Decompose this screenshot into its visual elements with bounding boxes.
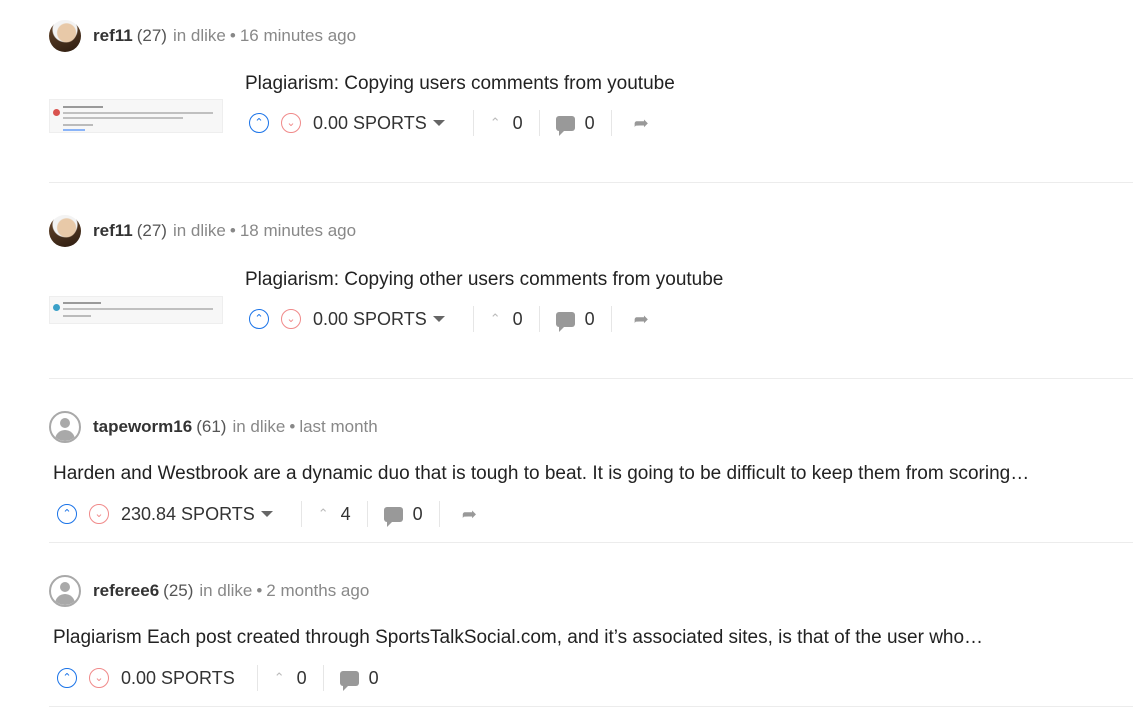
action-divider bbox=[256, 665, 258, 691]
post-author-row: referee6 (25) in dlike • 2 months ago bbox=[49, 574, 369, 608]
thumbnail-line bbox=[63, 308, 213, 310]
downvote-chevron-icon[interactable]: ⌄ bbox=[281, 113, 301, 133]
action-divider bbox=[610, 110, 612, 136]
upvote-chevron-icon[interactable]: ⌃ bbox=[57, 668, 77, 688]
author-name[interactable]: referee6 bbox=[93, 581, 159, 601]
action-divider bbox=[610, 306, 612, 332]
post-title[interactable]: Plagiarism: Copying other users comments… bbox=[245, 269, 723, 291]
post-time: last month bbox=[299, 417, 378, 436]
downvote-chevron-icon[interactable]: ⌄ bbox=[89, 504, 109, 524]
community-link[interactable]: in dlike bbox=[173, 26, 226, 46]
meta-separator: • bbox=[256, 581, 263, 600]
comment-count[interactable]: 0 bbox=[585, 113, 595, 134]
speech-bubble-icon[interactable] bbox=[383, 506, 403, 527]
meta-separator: • bbox=[229, 221, 236, 240]
thumbnail-line bbox=[63, 124, 93, 126]
post-actions: ⌃ ⌄ 230.84 SPORTS ⌃ 4 0 ➦ bbox=[57, 500, 477, 528]
default-avatar-icon[interactable] bbox=[49, 411, 81, 443]
thumbnail-avatar-dot bbox=[53, 304, 60, 311]
action-divider bbox=[472, 306, 474, 332]
downvote-chevron-icon[interactable]: ⌄ bbox=[281, 309, 301, 329]
thumbnail-line bbox=[63, 129, 85, 131]
vote-count[interactable]: 4 bbox=[341, 504, 351, 525]
post-feed: ref11 (27) in dlike • 16 minutes ago Pla… bbox=[0, 0, 1133, 718]
comment-count[interactable]: 0 bbox=[585, 309, 595, 330]
post-title[interactable]: Harden and Westbrook are a dynamic duo t… bbox=[53, 463, 1029, 485]
post-item: ref11 (27) in dlike • 16 minutes ago Pla… bbox=[49, 17, 1133, 183]
post-title[interactable]: Plagiarism: Copying users comments from … bbox=[245, 73, 675, 95]
payout-value[interactable]: 0.00 SPORTS bbox=[121, 668, 235, 689]
author-name[interactable]: ref11 bbox=[93, 221, 133, 241]
meta-separator: • bbox=[289, 417, 296, 436]
community-link[interactable]: in dlike bbox=[199, 581, 252, 601]
post-actions: ⌃ ⌄ 0.00 SPORTS ⌃ 0 0 bbox=[57, 664, 379, 692]
reblog-arrow-icon[interactable]: ➦ bbox=[462, 504, 477, 525]
upvote-chevron-icon[interactable]: ⌃ bbox=[249, 309, 269, 329]
comment-count[interactable]: 0 bbox=[369, 668, 379, 689]
community-link[interactable]: in dlike bbox=[232, 417, 285, 437]
action-divider bbox=[538, 306, 540, 332]
small-up-chevron-icon: ⌃ bbox=[317, 506, 329, 521]
post-time: 16 minutes ago bbox=[239, 26, 357, 45]
vote-count[interactable]: 0 bbox=[513, 309, 523, 330]
post-actions: ⌃ ⌄ 0.00 SPORTS ⌃ 0 0 ➦ bbox=[249, 109, 649, 137]
caret-down-icon[interactable] bbox=[432, 316, 445, 322]
thumbnail-line bbox=[63, 315, 91, 317]
action-divider bbox=[366, 501, 368, 527]
vote-count[interactable]: 0 bbox=[513, 113, 523, 134]
post-time: 18 minutes ago bbox=[239, 221, 357, 240]
thumbnail-avatar-dot bbox=[53, 109, 60, 116]
post-item: referee6 (25) in dlike • 2 months ago Pl… bbox=[49, 572, 1133, 707]
post-item: ref11 (27) in dlike • 18 minutes ago Pla… bbox=[49, 212, 1133, 379]
default-avatar-icon[interactable] bbox=[49, 575, 81, 607]
author-avatar[interactable] bbox=[49, 20, 81, 52]
post-author-row: tapeworm16 (61) in dlike • last month bbox=[49, 410, 378, 444]
payout-value[interactable]: 0.00 SPORTS bbox=[313, 113, 427, 134]
author-reputation: (27) bbox=[136, 221, 167, 240]
thumbnail-line bbox=[63, 302, 101, 304]
community-link[interactable]: in dlike bbox=[173, 221, 226, 241]
action-divider bbox=[438, 501, 440, 527]
speech-bubble-icon[interactable] bbox=[339, 670, 359, 691]
speech-bubble-icon[interactable] bbox=[555, 115, 575, 136]
vote-count[interactable]: 0 bbox=[297, 668, 307, 689]
author-name[interactable]: ref11 bbox=[93, 26, 133, 46]
payout-value[interactable]: 0.00 SPORTS bbox=[313, 309, 427, 330]
post-author-row: ref11 (27) in dlike • 18 minutes ago bbox=[49, 214, 356, 248]
meta-separator: • bbox=[229, 26, 236, 45]
caret-down-icon[interactable] bbox=[432, 120, 445, 126]
action-divider bbox=[538, 110, 540, 136]
small-up-chevron-icon: ⌃ bbox=[489, 115, 501, 130]
author-reputation: (27) bbox=[136, 26, 167, 45]
post-author-row: ref11 (27) in dlike • 16 minutes ago bbox=[49, 19, 356, 53]
action-divider bbox=[300, 501, 302, 527]
small-up-chevron-icon: ⌃ bbox=[489, 311, 501, 326]
reblog-arrow-icon[interactable]: ➦ bbox=[634, 309, 649, 330]
small-up-chevron-icon: ⌃ bbox=[273, 670, 285, 685]
post-thumbnail[interactable] bbox=[49, 99, 223, 133]
action-divider bbox=[322, 665, 324, 691]
upvote-chevron-icon[interactable]: ⌃ bbox=[57, 504, 77, 524]
thumbnail-line bbox=[63, 117, 183, 119]
thumbnail-line bbox=[63, 106, 103, 108]
post-title[interactable]: Plagiarism Each post created through Spo… bbox=[53, 627, 983, 649]
action-divider bbox=[472, 110, 474, 136]
speech-bubble-icon[interactable] bbox=[555, 311, 575, 332]
author-reputation: (25) bbox=[163, 581, 194, 600]
upvote-chevron-icon[interactable]: ⌃ bbox=[249, 113, 269, 133]
post-time: 2 months ago bbox=[266, 581, 370, 600]
author-name[interactable]: tapeworm16 bbox=[93, 417, 192, 437]
author-avatar[interactable] bbox=[49, 215, 81, 247]
post-item: tapeworm16 (61) in dlike • last month Ha… bbox=[49, 408, 1133, 543]
post-thumbnail[interactable] bbox=[49, 296, 223, 324]
comment-count[interactable]: 0 bbox=[413, 504, 423, 525]
caret-down-icon[interactable] bbox=[260, 511, 273, 517]
downvote-chevron-icon[interactable]: ⌄ bbox=[89, 668, 109, 688]
thumbnail-line bbox=[63, 112, 213, 114]
author-reputation: (61) bbox=[196, 417, 227, 436]
post-actions: ⌃ ⌄ 0.00 SPORTS ⌃ 0 0 ➦ bbox=[249, 305, 649, 333]
reblog-arrow-icon[interactable]: ➦ bbox=[634, 113, 649, 134]
payout-value[interactable]: 230.84 SPORTS bbox=[121, 504, 255, 525]
